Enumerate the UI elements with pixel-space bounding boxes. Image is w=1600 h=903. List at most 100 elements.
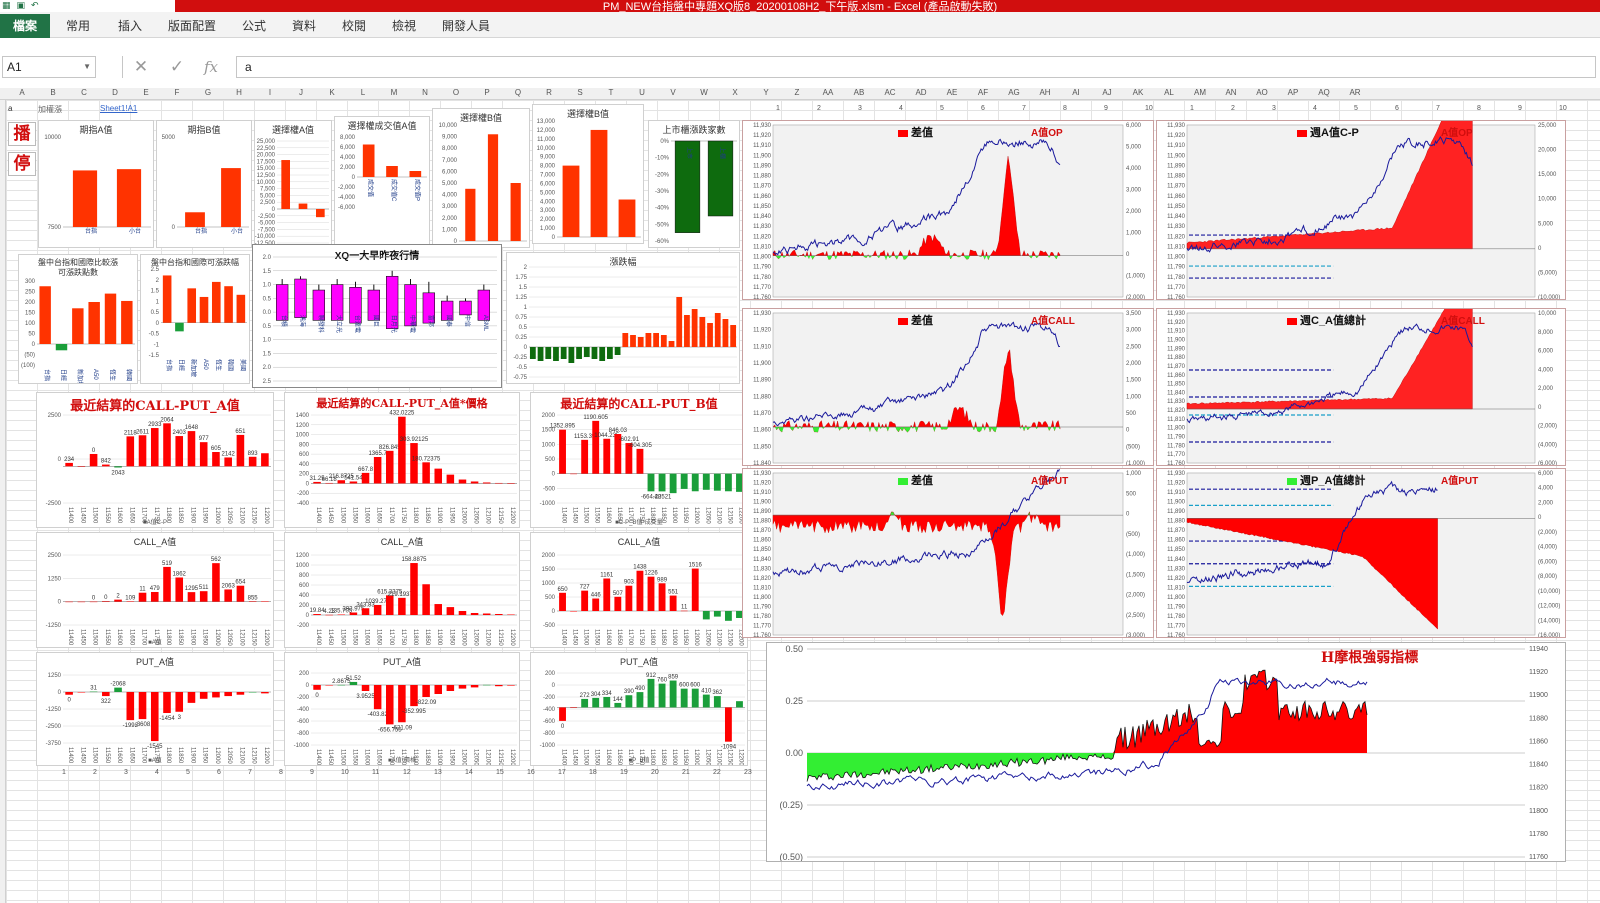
enter-icon[interactable]: ✓ — [166, 56, 188, 78]
chart-plot: 0% -10% -20% -30% -40% -50% -60% 上市 上櫃 — [655, 139, 737, 245]
bottom-number: 5 — [186, 769, 190, 776]
column-header[interactable]: G — [198, 88, 218, 97]
column-header[interactable]: A — [12, 88, 32, 97]
column-header[interactable]: D — [105, 88, 125, 97]
column-header[interactable]: AG — [1004, 88, 1024, 97]
chart-call-a[interactable]: CALL_A值 2500 1250 0 -1250 11400 11450 0 11500 0 1… — [36, 532, 274, 648]
column-header[interactable]: AC — [880, 88, 900, 97]
chart-b-value[interactable]: 期指B值 5000 0 台指 小台 — [156, 120, 252, 248]
chart-opt-a[interactable]: 選擇權A值 25,000 22,500 20,000 17,500 15,000 12,5… — [254, 120, 332, 248]
column-header[interactable]: R — [539, 88, 559, 97]
column-header[interactable]: AA — [818, 88, 838, 97]
chart-opt-b[interactable]: 選擇權B值 10,000 9,000 8,000 7,000 6,000 5,000 4,0… — [432, 108, 530, 248]
column-header[interactable]: M — [384, 88, 404, 97]
column-header[interactable]: Y — [756, 88, 776, 97]
column-header[interactable]: K — [322, 88, 342, 97]
column-header[interactable]: S — [570, 88, 590, 97]
undo-icon[interactable]: ↶ — [31, 0, 39, 12]
column-header[interactable]: AB — [849, 88, 869, 97]
column-header[interactable]: AE — [942, 88, 962, 97]
column-header[interactable]: B — [43, 88, 63, 97]
column-header[interactable]: AK — [1128, 88, 1148, 97]
chart-change[interactable]: 漲跌幅 2 1.75 1.5 1.25 1 0.75 0.5 0.25 0 -0.25 -0.5 -0… — [506, 252, 740, 384]
cancel-icon[interactable]: ✕ — [130, 56, 152, 78]
tab-insert[interactable]: 插入 — [116, 16, 144, 36]
chart-cp-a[interactable]: 最近結算的CALL-PUT_A值 2500 0 -2500 234 11400 11450… — [36, 392, 274, 528]
column-header[interactable]: X — [725, 88, 745, 97]
tab-data[interactable]: 資料 — [290, 16, 318, 36]
chart-intraday-call[interactable]: 11,930 11,920 11,910 11,900 11,890 11,880 11,8… — [742, 308, 1154, 466]
column-header[interactable]: T — [601, 88, 621, 97]
chart-put-a-price[interactable]: PUT_A值 200 0 -200 -400 -600 -800 -1000 0 11400 11… — [284, 652, 520, 766]
column-header[interactable]: AH — [1035, 88, 1055, 97]
insert-function-icon[interactable]: fx — [200, 56, 222, 78]
column-header[interactable]: O — [446, 88, 466, 97]
bar — [446, 607, 455, 615]
cell-a1[interactable]: a — [8, 104, 12, 113]
chart-xq-overnight[interactable]: XQ一大早昨夜行情 2.0 1.5 1.0 0.5 0.0 0.5 1.0 1.5 2.0 2.5… — [252, 244, 502, 388]
tab-home[interactable]: 常用 — [64, 16, 92, 36]
stop-button[interactable]: 停 — [8, 152, 36, 176]
chart-intraday-put[interactable]: 11,930 11,920 11,910 11,900 11,890 11,880 11,8… — [742, 468, 1154, 638]
tab-file[interactable]: 檔案 — [0, 14, 50, 38]
column-header[interactable]: AI — [1066, 88, 1086, 97]
column-header[interactable]: AN — [1221, 88, 1241, 97]
chart-cp-a-price[interactable]: 最近結算的CALL-PUT_A值*價格 1400 1200 1000 800 600 40… — [284, 392, 520, 528]
chart-intl-fall[interactable]: 盤中台指和國際可漲跌幅 2.5 2 1.5 1 0.5 0 -0.5 -1 -1.5 台指 日經 新加… — [140, 254, 250, 384]
column-header[interactable]: U — [632, 88, 652, 97]
chart-cp-b[interactable]: 最近結算的CALL-PUT_B值 2000 1500 1000 500 0 -500 -10… — [530, 392, 748, 528]
y-tick-label: 15,000 — [257, 166, 276, 172]
column-header[interactable]: H — [229, 88, 249, 97]
column-header[interactable]: AJ — [1097, 88, 1117, 97]
formula-input[interactable]: a — [236, 56, 1596, 78]
tab-page-layout[interactable]: 版面配置 — [166, 16, 218, 36]
column-header[interactable]: I — [260, 88, 280, 97]
chart-call-a-price[interactable]: CALL_A值 1200 1000 800 600 400 200 0 -200 19.84 11… — [284, 532, 520, 648]
column-header[interactable]: Z — [787, 88, 807, 97]
chart-plot: 0.50 0.25 0.00 (0.25) (0.50) 11940 11920 11900 1… — [779, 644, 1548, 861]
column-header[interactable]: P — [477, 88, 497, 97]
chart-put-b[interactable]: PUT_A值 200 0 -200 -400 -600 -800 -1000 0 11400 11… — [530, 652, 748, 766]
column-header[interactable]: AL — [1159, 88, 1179, 97]
chart-intraday-put-cum[interactable]: 11,930 11,920 11,910 11,900 11,890 11,880 11,8… — [1156, 468, 1566, 638]
column-header[interactable]: N — [415, 88, 435, 97]
column-header[interactable]: W — [694, 88, 714, 97]
tab-formulas[interactable]: 公式 — [240, 16, 268, 36]
column-header[interactable]: AQ — [1314, 88, 1334, 97]
y-tick-label: -4,000 — [338, 195, 356, 201]
tab-developer[interactable]: 開發人員 — [440, 16, 492, 36]
column-header[interactable]: AP — [1283, 88, 1303, 97]
column-header[interactable]: AO — [1252, 88, 1272, 97]
column-header[interactable]: E — [136, 88, 156, 97]
y-tick-label: 1.5 — [263, 351, 272, 357]
column-header[interactable]: C — [74, 88, 94, 97]
column-header[interactable]: AM — [1190, 88, 1210, 97]
column-header[interactable]: AR — [1345, 88, 1365, 97]
column-header[interactable]: Q — [508, 88, 528, 97]
column-header[interactable]: V — [663, 88, 683, 97]
chart-intraday-op[interactable]: 11,930 11,920 11,910 11,900 11,890 11,880 11,8… — [742, 120, 1154, 300]
name-box[interactable]: A1 ▼ — [2, 56, 96, 78]
chart-put-a[interactable]: PUT_A值 1250 0 -1250 -2500 -3750 0 11400 11450 31… — [36, 652, 274, 766]
chart-opt-vol-a[interactable]: 選擇權成交值A值 8,000 6,000 4,000 2,000 0 -2,000 -4,0… — [334, 116, 430, 246]
chart-a-value[interactable]: 期指A值 10000 7500 台指 小台 — [38, 120, 154, 248]
chart-intraday-call-cum[interactable]: 11,930 11,920 11,910 11,900 11,890 11,880 11,8… — [1156, 308, 1566, 466]
column-header[interactable]: AD — [911, 88, 931, 97]
sheet-link[interactable]: Sheet1!A1 — [100, 104, 137, 113]
play-button[interactable]: 播 — [8, 122, 36, 146]
chevron-down-icon[interactable]: ▼ — [83, 57, 91, 77]
tab-view[interactable]: 檢視 — [390, 16, 418, 36]
chart-call-b[interactable]: CALL_A值 2000 1500 1000 500 0 -500 650 11400 1145… — [530, 532, 748, 648]
column-header[interactable]: L — [353, 88, 373, 97]
column-header[interactable]: F — [167, 88, 187, 97]
column-header[interactable]: AF — [973, 88, 993, 97]
chart-morgan[interactable]: 0.50 0.25 0.00 (0.25) (0.50) 11940 11920 11900 1… — [766, 642, 1566, 862]
save-icon[interactable]: ▣ — [17, 0, 26, 12]
chart-intraday-op-cum[interactable]: 11,930 11,920 11,910 11,900 11,890 11,880 11,8… — [1156, 120, 1566, 300]
tab-review[interactable]: 校閱 — [340, 16, 368, 36]
chart-listed[interactable]: 上市櫃漲跌家數 0% -10% -20% -30% -40% -50% -60% 上市 上櫃 — [648, 120, 740, 248]
chart-intl-rise[interactable]: 盤中台指和國際比較漲 可漲跌點數 300 250 200 150 100 50 0 (50)(… — [18, 254, 138, 384]
chart-opt-b2[interactable]: 選擇權B值 13,000 12,000 11,000 10,000 9,000 8,000… — [532, 104, 644, 244]
bar — [138, 692, 147, 720]
column-header[interactable]: J — [291, 88, 311, 97]
